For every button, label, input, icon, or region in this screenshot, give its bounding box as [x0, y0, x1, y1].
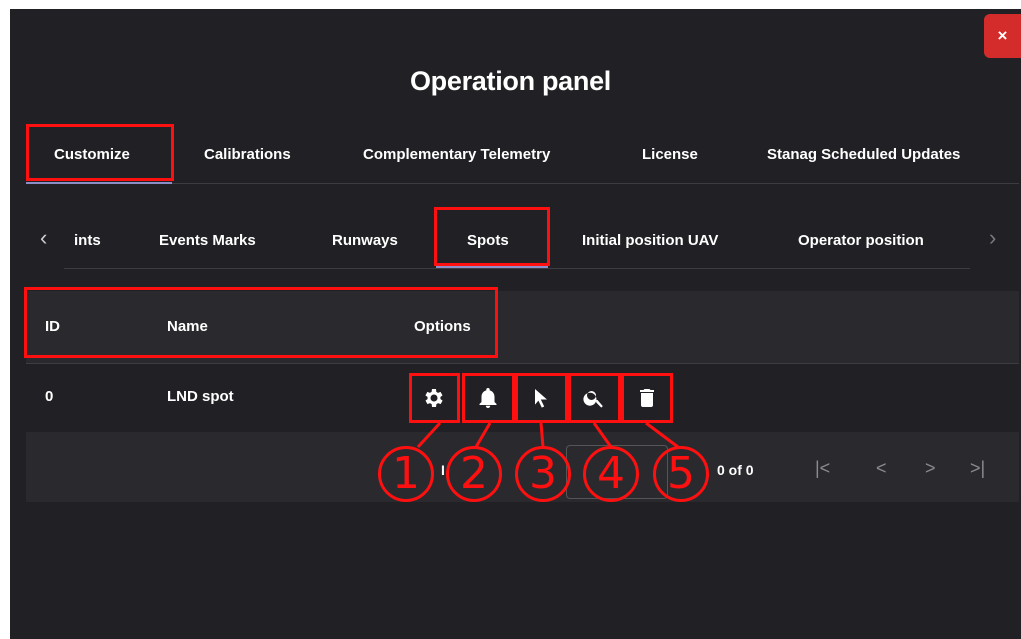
tab-license[interactable]: License [642, 146, 698, 163]
cursor-icon[interactable] [517, 374, 565, 422]
first-page-button[interactable]: |< [815, 458, 830, 479]
tabs-divider [26, 183, 1019, 184]
last-page-button[interactable]: >| [970, 458, 985, 479]
subtab-initial-position-uav[interactable]: Initial position UAV [582, 232, 718, 249]
tab-complementary-telemetry[interactable]: Complementary Telemetry [363, 146, 550, 163]
range-label: 0 of 0 [717, 462, 754, 478]
chevron-right-icon[interactable]: › [989, 225, 996, 251]
previous-page-button[interactable]: < [876, 458, 887, 479]
callout-2: 2 [446, 446, 502, 502]
close-button[interactable]: × [984, 14, 1021, 58]
bell-icon[interactable] [464, 374, 512, 422]
subtab-operator-position[interactable]: Operator position [798, 232, 924, 249]
subtab-points[interactable]: ints [74, 232, 101, 249]
callout-3: 3 [515, 446, 571, 502]
callout-1: 1 [378, 446, 434, 502]
callout-4: 4 [583, 446, 639, 502]
column-header-name[interactable]: Name [167, 318, 208, 335]
trash-icon[interactable] [623, 374, 671, 422]
tab-customize[interactable]: Customize [54, 146, 130, 163]
column-header-id[interactable]: ID [45, 318, 60, 335]
subtab-events-marks[interactable]: Events Marks [159, 232, 256, 249]
subtab-runways[interactable]: Runways [332, 232, 398, 249]
chevron-left-icon[interactable]: ‹ [40, 225, 47, 251]
search-icon[interactable] [570, 374, 618, 422]
gear-icon[interactable] [410, 374, 458, 422]
column-header-options: Options [414, 318, 471, 335]
subtab-spots[interactable]: Spots [467, 232, 509, 249]
tab-stanag-scheduled-updates[interactable]: Stanag Scheduled Updates [767, 146, 960, 163]
callout-5: 5 [653, 446, 709, 502]
active-subtab-indicator [436, 266, 548, 268]
cell-id: 0 [45, 388, 54, 405]
page-title: Operation panel [409, 66, 612, 96]
items-per-page-label: I [441, 462, 445, 478]
tab-calibrations[interactable]: Calibrations [204, 146, 291, 163]
active-tab-indicator [26, 182, 172, 184]
cell-name: LND spot [167, 388, 234, 405]
next-page-button[interactable]: > [925, 458, 936, 479]
subtabs-divider [64, 268, 970, 269]
